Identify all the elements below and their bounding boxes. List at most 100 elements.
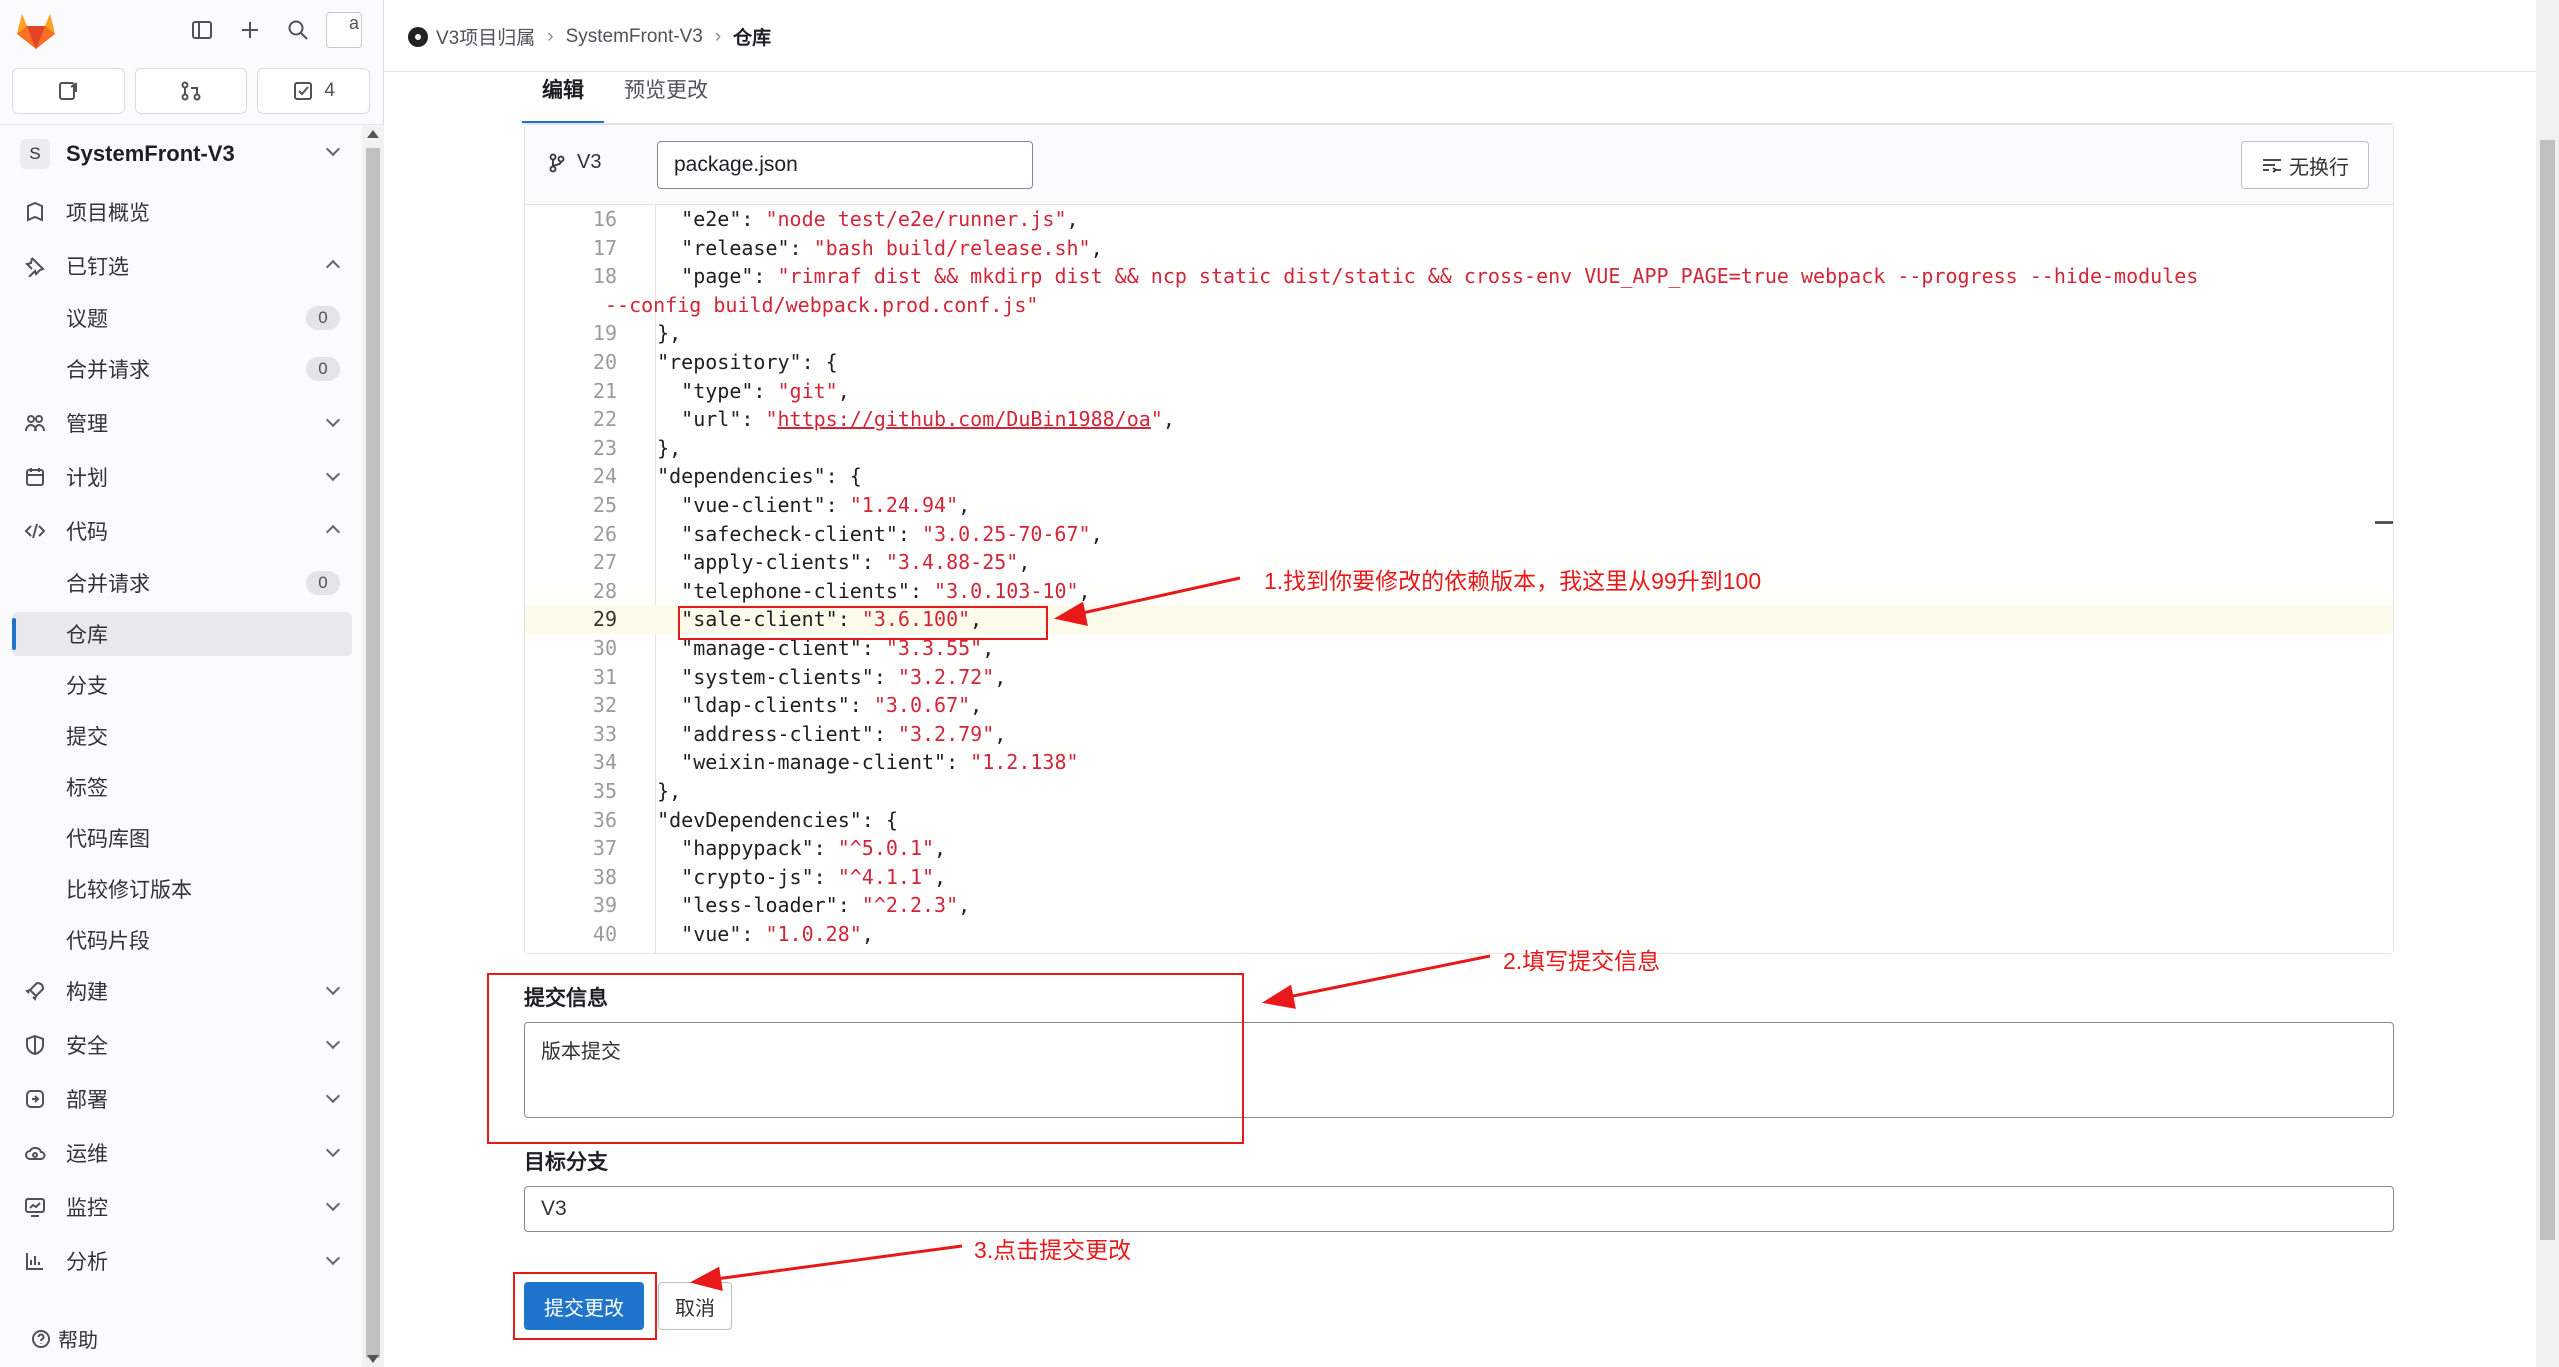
chevron-down-icon [325, 980, 341, 996]
sidebar-item-label: 部署 [66, 1089, 108, 1112]
code-line[interactable]: 24 "dependencies": { [525, 462, 2393, 491]
calendar-icon [22, 464, 48, 490]
line-text: "e2e": "node test/e2e/runner.js", [633, 207, 1079, 231]
target-branch-input[interactable]: V3 [524, 1186, 2394, 1232]
code-line[interactable]: 22 "url": "https://github.com/DuBin1988/… [525, 405, 2393, 434]
soft-wrap-button[interactable]: 无换行 [2241, 141, 2369, 189]
page-scrollbar[interactable] [2536, 0, 2559, 1367]
scroll-down-arrow-icon[interactable] [367, 1355, 379, 1363]
code-line[interactable]: 26 "safecheck-client": "3.0.25-70-67", [525, 520, 2393, 549]
wrap-icon [2263, 159, 2281, 173]
tab-preview[interactable]: 预览更改 [604, 70, 728, 124]
help-label: 帮助 [58, 1330, 98, 1352]
plus-icon[interactable] [234, 14, 266, 46]
sidebar-item-label: 已钉选 [66, 256, 129, 279]
sidebar-item-monitor[interactable]: 监控 [12, 1185, 352, 1229]
sidebar-item-tags[interactable]: 标签 [12, 765, 352, 809]
sidebar-item-overview[interactable]: 项目概览 [12, 190, 352, 234]
search-icon[interactable] [282, 14, 314, 46]
code-line[interactable]: 34 "weixin-manage-client": "1.2.138" [525, 748, 2393, 777]
code-line[interactable]: 16 "e2e": "node test/e2e/runner.js", [525, 205, 2393, 234]
sidebar-item-branches[interactable]: 分支 [12, 663, 352, 707]
line-number: 24 [592, 464, 617, 489]
sidebar-item-analyze[interactable]: 分析 [12, 1239, 352, 1283]
cloud-gear-icon [22, 1140, 48, 1166]
breadcrumb-current[interactable]: 仓库 [733, 23, 771, 50]
line-text: --config build/webpack.prod.conf.js" [605, 292, 1039, 317]
sidebar-item-plan[interactable]: 计划 [12, 455, 352, 499]
line-text: "type": "git", [633, 378, 850, 403]
line-number: 21 [592, 378, 617, 403]
sidebar-item-pinned[interactable]: 已钉选 [12, 244, 352, 288]
gitlab-logo-icon[interactable] [14, 9, 58, 51]
chevron-down-icon [325, 412, 341, 428]
breadcrumb-group[interactable]: V3项目归属 [436, 23, 535, 50]
sidebar-item-label: 运维 [66, 1143, 108, 1166]
sidebar-item-compare[interactable]: 比较修订版本 [12, 867, 352, 911]
filename-input[interactable]: package.json [657, 141, 1033, 189]
code-line[interactable]: 20 "repository": { [525, 348, 2393, 377]
code-line[interactable]: 39 "less-loader": "^2.2.3", [525, 891, 2393, 920]
line-text: }, [633, 779, 682, 803]
code-line[interactable]: 40 "vue": "1.0.28", [525, 920, 2393, 949]
code-line[interactable]: 17 "release": "bash build/release.sh", [525, 234, 2393, 263]
sidebar-item-pinned-issues[interactable]: 议题 0 [12, 296, 352, 340]
sidebar-item-operate[interactable]: 运维 [12, 1131, 352, 1175]
sidebar-item-build[interactable]: 构建 [12, 969, 352, 1013]
code-line[interactable]: 38 "crypto-js": "^4.1.1", [525, 863, 2393, 892]
users-icon [22, 410, 48, 436]
code-line[interactable]: 37 "happypack": "^5.0.1", [525, 834, 2393, 863]
scrollbar-thumb[interactable] [366, 148, 380, 1358]
sidebar-item-snippets[interactable]: 代码片段 [12, 918, 352, 962]
cancel-button[interactable]: 取消 [658, 1282, 732, 1330]
project-icon [22, 199, 48, 225]
code-line[interactable]: 32 "ldap-clients": "3.0.67", [525, 691, 2393, 720]
pin-icon [22, 253, 48, 279]
code-line[interactable]: 31 "system-clients": "3.2.72", [525, 663, 2393, 692]
sidebar-item-secure[interactable]: 安全 [12, 1023, 352, 1067]
line-number: 37 [592, 836, 617, 861]
sidebar-item-code-merge-requests[interactable]: 合并请求 0 [12, 561, 352, 605]
line-number: 17 [592, 235, 617, 260]
user-avatar[interactable]: a [326, 12, 362, 48]
sidebar-item-commits[interactable]: 提交 [12, 714, 352, 758]
code-line[interactable]: 33 "address-client": "3.2.79", [525, 720, 2393, 749]
sidebar-item-manage[interactable]: 管理 [12, 401, 352, 445]
line-text: "happypack": "^5.0.1", [633, 836, 947, 861]
sidebar-toggle-icon[interactable] [186, 14, 218, 46]
chevron-down-icon [325, 1088, 341, 1104]
todos-shortcut-button[interactable]: 4 [257, 68, 371, 114]
code-line[interactable]: 19 }, [525, 319, 2393, 348]
sidebar-item-repo-graph[interactable]: 代码库图 [12, 816, 352, 860]
sidebar-item-deploy[interactable]: 部署 [12, 1077, 352, 1121]
help-button[interactable]: 帮助 [30, 1324, 98, 1353]
line-number: 25 [592, 493, 617, 517]
target-branch-label: 目标分支 [524, 1151, 608, 1174]
sidebar-item-pinned-merge-requests[interactable]: 合并请求 0 [12, 347, 352, 391]
file-editor: V3 package.json 无换行 16 "e2e": "node test… [524, 124, 2394, 954]
line-text: "vue": "1.0.28", [633, 922, 874, 946]
tab-edit[interactable]: 编辑 [522, 70, 604, 124]
issues-shortcut-button[interactable] [12, 68, 125, 114]
code-line[interactable]: 25 "vue-client": "1.24.94", [525, 491, 2393, 520]
sidebar-item-repository[interactable]: 仓库 [12, 612, 352, 656]
code-line[interactable]: --config build/webpack.prod.conf.js" [525, 291, 2393, 320]
breadcrumb-project[interactable]: SystemFront-V3 [566, 26, 703, 48]
sidebar-item-label: 项目概览 [66, 202, 150, 225]
code-line[interactable]: 18 "page": "rimraf dist && mkdirp dist &… [525, 262, 2393, 291]
code-line[interactable]: 23 }, [525, 434, 2393, 463]
editor-toolbar: V3 package.json 无换行 [525, 125, 2393, 205]
project-switcher[interactable]: S SystemFront-V3 [12, 130, 352, 178]
chevron-up-icon [325, 259, 341, 275]
merge-requests-shortcut-button[interactable] [134, 68, 248, 114]
code-line[interactable]: 36 "devDependencies": { [525, 806, 2393, 835]
code-line[interactable]: 21 "type": "git", [525, 377, 2393, 406]
line-number: 18 [592, 264, 617, 289]
sidebar-item-code[interactable]: 代码 [12, 509, 352, 553]
sidebar-item-label: 代码库图 [66, 828, 150, 851]
scrollbar-thumb[interactable] [2540, 140, 2555, 1240]
scroll-up-arrow-icon[interactable] [367, 130, 379, 138]
code-line[interactable]: 35 }, [525, 777, 2393, 806]
sidebar-scrollbar[interactable] [362, 126, 384, 1367]
chevron-up-icon [325, 524, 341, 540]
